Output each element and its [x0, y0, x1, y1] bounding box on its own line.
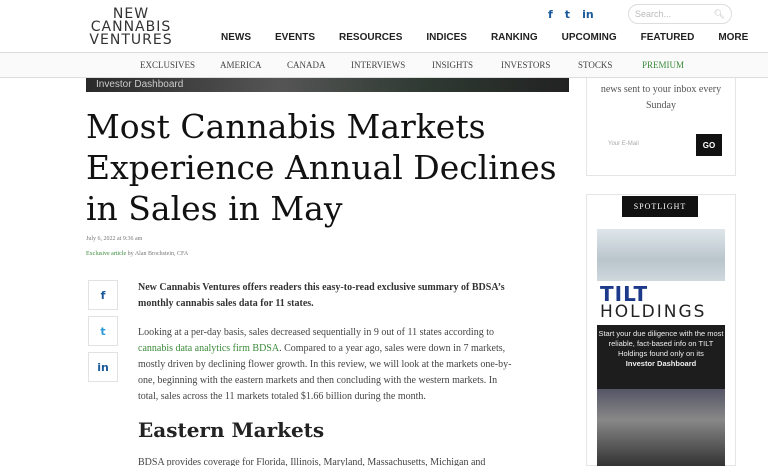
go-button[interactable]: GO: [696, 134, 722, 156]
subnav-america[interactable]: AMERICA: [220, 60, 262, 70]
article-lead: New Cannabis Ventures offers readers thi…: [138, 282, 505, 309]
twitter-icon[interactable]: t: [565, 8, 570, 21]
social-links: f t in: [548, 8, 594, 21]
article-paragraph-2: BDSA provides coverage for Florida, Illi…: [138, 457, 486, 466]
subnav-stocks[interactable]: STOCKS: [578, 60, 612, 70]
newsletter-box: news sent to your inbox every Sunday: [586, 78, 736, 176]
linkedin-icon: in: [97, 360, 109, 374]
site-logo[interactable]: NEW CANNABIS VENTURES: [86, 7, 176, 48]
nav-indices[interactable]: INDICES: [426, 32, 467, 43]
subnav-interviews[interactable]: INTERVIEWS: [351, 60, 405, 70]
nav-news[interactable]: NEWS: [221, 32, 251, 43]
share-facebook-button[interactable]: f: [88, 280, 118, 310]
twitter-icon: t: [100, 324, 106, 338]
facebook-icon[interactable]: f: [548, 8, 553, 21]
sub-nav: EXCLUSIVES AMERICA CANADA INTERVIEWS INS…: [0, 52, 768, 78]
subnav-investors[interactable]: INVESTORS: [501, 60, 550, 70]
email-field[interactable]: Your E-Mail: [604, 134, 692, 156]
subnav-premium[interactable]: PREMIUM: [642, 60, 684, 70]
article-date: July 6, 2022 at 9:36 am: [86, 236, 143, 242]
nav-upcoming[interactable]: UPCOMING: [562, 32, 617, 43]
nav-more[interactable]: MORE: [718, 32, 748, 43]
share-twitter-button[interactable]: t: [88, 316, 118, 346]
hero-caption: Investor Dashboard: [96, 79, 184, 90]
logo-line-3: VENTURES: [89, 32, 173, 48]
tilt-ad[interactable]: TILT HOLDINGS Start your due diligence w…: [597, 229, 725, 466]
ad-cta[interactable]: Investor Dashboard: [597, 359, 725, 369]
nav-ranking[interactable]: RANKING: [491, 32, 538, 43]
subnav-exclusives[interactable]: EXCLUSIVES: [140, 60, 195, 70]
search-placeholder: Search...: [635, 9, 672, 19]
ad-text-panel: Start your due diligence with the most r…: [597, 325, 725, 389]
linkedin-icon[interactable]: in: [582, 8, 594, 21]
hero-image: Investor Dashboard: [86, 78, 569, 92]
section-heading: Eastern Markets: [138, 418, 325, 442]
facebook-icon: f: [100, 288, 106, 302]
article-paragraph: Looking at a per-day basis, sales decrea…: [138, 325, 518, 405]
main-nav: NEWS EVENTS RESOURCES INDICES RANKING UP…: [221, 32, 768, 43]
ad-brand-line-2: HOLDINGS: [600, 302, 707, 322]
category-link[interactable]: Exclusive article: [86, 251, 126, 257]
subnav-canada[interactable]: CANADA: [287, 60, 326, 70]
para-text-a: Looking at a per-day basis, sales decrea…: [138, 327, 494, 338]
nav-featured[interactable]: FEATURED: [641, 32, 695, 43]
nav-events[interactable]: EVENTS: [275, 32, 315, 43]
bdsa-link[interactable]: cannabis data analytics firm BDSA: [138, 343, 279, 354]
author-name: by Alan Brochstein, CFA: [126, 251, 189, 257]
ad-image-top: [597, 229, 725, 281]
nav-resources[interactable]: RESOURCES: [339, 32, 402, 43]
ad-brand-line-1: TILT: [600, 282, 649, 306]
share-linkedin-button[interactable]: in: [88, 352, 118, 382]
article-byline: Exclusive article by Alan Brochstein, CF…: [86, 251, 188, 257]
ad-text: Start your due diligence with the most r…: [598, 329, 724, 358]
ad-image-bottom: [597, 389, 725, 466]
subnav-insights[interactable]: INSIGHTS: [432, 60, 473, 70]
article-title: Most Cannabis Markets Experience Annual …: [86, 107, 557, 228]
newsletter-text: news sent to your inbox every Sunday: [600, 84, 722, 111]
spotlight-label: SPOTLIGHT: [622, 196, 698, 217]
search-icon[interactable]: 🔍︎: [714, 9, 725, 20]
search-input[interactable]: Search... 🔍︎: [628, 4, 732, 24]
